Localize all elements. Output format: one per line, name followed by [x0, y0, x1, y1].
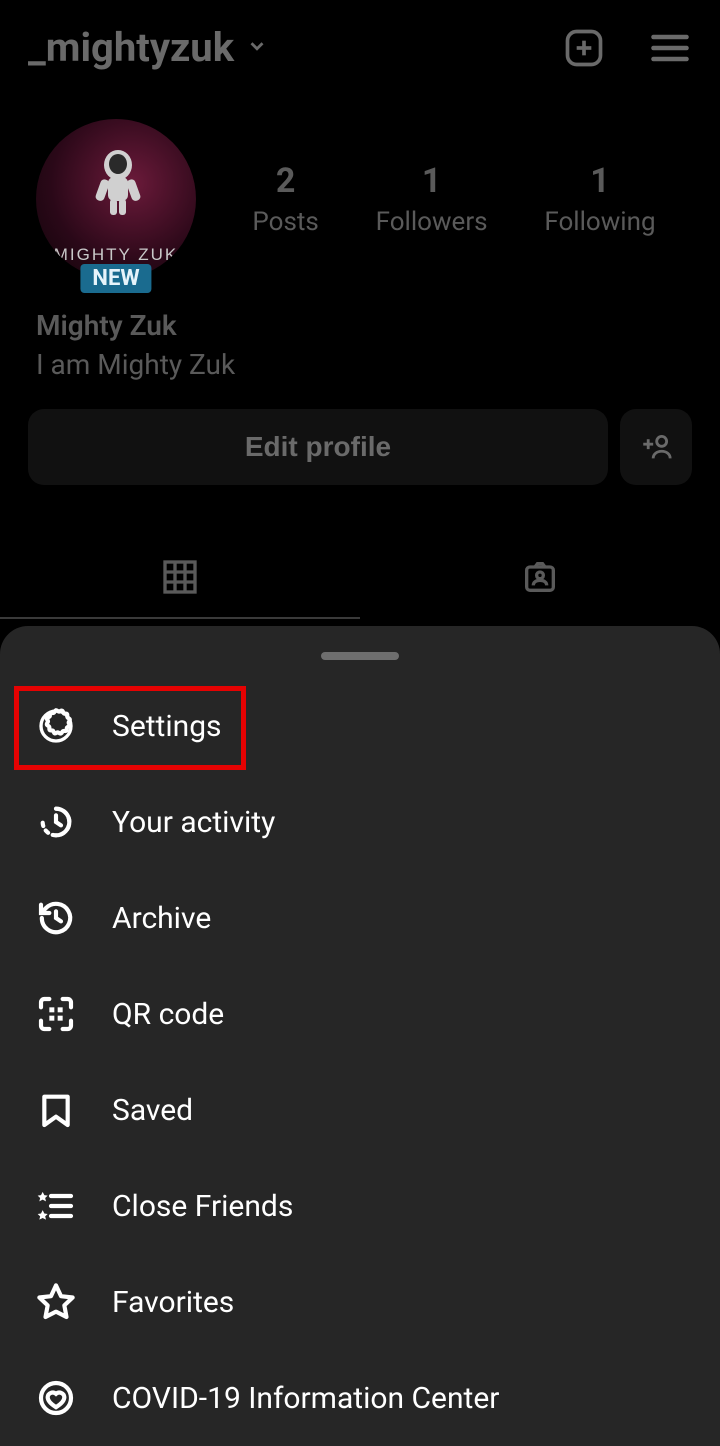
menu-item-saved[interactable]: Saved [0, 1062, 720, 1158]
edit-profile-button[interactable]: Edit profile [28, 409, 608, 485]
menu-item-activity[interactable]: Your activity [0, 774, 720, 870]
settings-icon [34, 704, 78, 748]
username-switcher[interactable]: _mightyzuk [28, 24, 268, 71]
profile-header: _mightyzuk [0, 0, 720, 95]
menu-item-close-friends[interactable]: Close Friends [0, 1158, 720, 1254]
profile-meta: Mighty Zuk I am Mighty Zuk [0, 279, 720, 397]
avatar-container[interactable]: MIGHTY ZUK NEW [36, 119, 196, 279]
stat-following-count: 1 [544, 161, 655, 201]
chevron-down-icon [246, 35, 268, 61]
avatar: MIGHTY ZUK [36, 119, 196, 279]
menu-label-saved: Saved [112, 1093, 193, 1128]
discover-people-button[interactable] [620, 409, 692, 485]
menu-label-close-friends: Close Friends [112, 1189, 293, 1224]
profile-stats: 2 Posts 1 Followers 1 Following [224, 161, 684, 237]
stat-followers[interactable]: 1 Followers [376, 161, 488, 237]
create-post-button[interactable] [562, 26, 606, 70]
stat-followers-label: Followers [376, 207, 488, 237]
menu-item-settings[interactable]: Settings [0, 678, 720, 774]
menu-label-archive: Archive [112, 901, 211, 936]
stat-posts[interactable]: 2 Posts [252, 161, 318, 237]
close-friends-icon [34, 1184, 78, 1228]
profile-tabs [0, 537, 720, 619]
stat-following-label: Following [544, 207, 655, 237]
menu-label-settings: Settings [112, 709, 222, 744]
drag-handle[interactable] [321, 652, 399, 660]
archive-icon [34, 896, 78, 940]
menu-label-qr: QR code [112, 997, 224, 1032]
bio-text: I am Mighty Zuk [36, 348, 684, 381]
qr-icon [34, 992, 78, 1036]
avatar-label: MIGHTY ZUK [54, 245, 179, 265]
stat-posts-label: Posts [252, 207, 318, 237]
menu-label-covid: COVID-19 Information Center [112, 1381, 499, 1416]
stat-following[interactable]: 1 Following [544, 161, 655, 237]
tab-grid[interactable] [0, 537, 360, 619]
display-name: Mighty Zuk [36, 309, 684, 342]
menu-item-favorites[interactable]: Favorites [0, 1254, 720, 1350]
menu-item-covid[interactable]: COVID-19 Information Center [0, 1350, 720, 1446]
avatar-graphic [88, 147, 148, 217]
menu-label-favorites: Favorites [112, 1285, 234, 1320]
header-actions [562, 26, 692, 70]
menu-button[interactable] [648, 26, 692, 70]
covid-icon [34, 1376, 78, 1420]
new-badge: NEW [80, 264, 151, 293]
profile-actions: Edit profile [0, 397, 720, 497]
menu-item-qr[interactable]: QR code [0, 966, 720, 1062]
stat-followers-count: 1 [376, 161, 488, 201]
stat-posts-count: 2 [252, 161, 318, 201]
favorites-icon [34, 1280, 78, 1324]
username-text: _mightyzuk [28, 24, 234, 71]
saved-icon [34, 1088, 78, 1132]
profile-summary: MIGHTY ZUK NEW 2 Posts 1 Followers 1 Fol… [0, 95, 720, 279]
menu-item-archive[interactable]: Archive [0, 870, 720, 966]
bottom-sheet-menu: Settings Your activity Archive QR code S [0, 626, 720, 1446]
tab-tagged[interactable] [360, 537, 720, 619]
menu-label-activity: Your activity [112, 805, 275, 840]
activity-icon [34, 800, 78, 844]
